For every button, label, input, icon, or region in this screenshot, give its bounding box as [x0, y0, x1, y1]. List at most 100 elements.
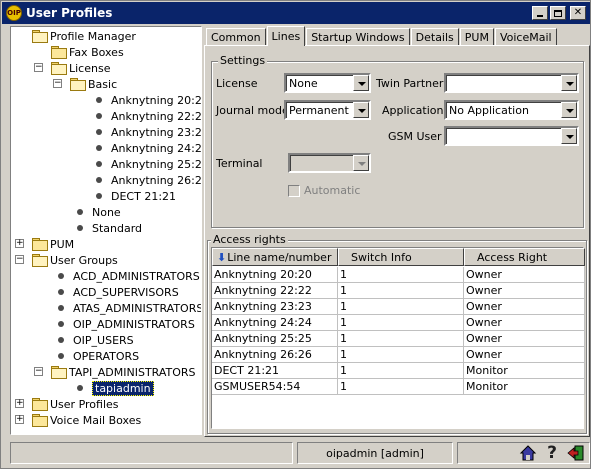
leaf-node-icon — [58, 337, 64, 343]
gsm-user-label: GSM User — [388, 130, 442, 143]
table-cell[interactable]: Owner — [464, 315, 585, 331]
table-cell[interactable]: 1 — [338, 347, 464, 363]
tree-item[interactable]: Anknytning 22:22 — [92, 108, 201, 124]
table-cell[interactable]: Anknytning 26:26 — [212, 347, 338, 363]
table-cell[interactable]: Anknytning 22:22 — [212, 283, 338, 299]
leaf-node-icon — [77, 385, 83, 391]
exit-icon[interactable] — [566, 443, 586, 463]
folder-icon — [31, 414, 48, 427]
tree-item-label: Fax Boxes — [69, 45, 124, 59]
tree-item-label: Standard — [92, 221, 143, 235]
column-header[interactable]: ⬇ Line name/number — [212, 248, 338, 266]
tree-item[interactable]: DECT 21:21 — [92, 188, 176, 204]
chevron-down-icon[interactable] — [353, 102, 369, 118]
folder-open-icon — [31, 30, 48, 43]
table-cell[interactable]: 1 — [338, 379, 464, 395]
lines-tab-pane: Settings License None Twin Partner Journ… — [204, 45, 590, 437]
close-button[interactable]: ✕ — [570, 6, 586, 20]
help-icon[interactable]: ? — [542, 443, 562, 463]
maximize-icon — [554, 9, 562, 17]
tree-item[interactable]: Profile Manager — [31, 28, 136, 44]
access-rights-title: Access rights — [211, 233, 288, 246]
tree-item[interactable]: ATAS_ADMINISTRATORS — [54, 300, 201, 316]
license-value: None — [289, 77, 318, 90]
table-cell[interactable]: Anknytning 25:25 — [212, 331, 338, 347]
table-cell[interactable]: Monitor — [464, 363, 585, 379]
chevron-down-icon[interactable] — [353, 75, 369, 91]
table-cell[interactable]: Anknytning 23:23 — [212, 299, 338, 315]
expand-icon[interactable]: + — [15, 239, 24, 248]
tab-startup-windows[interactable]: Startup Windows — [306, 28, 410, 46]
column-header-label: Switch Info — [351, 250, 412, 264]
collapse-icon[interactable]: − — [53, 79, 62, 88]
table-cell[interactable]: 1 — [338, 331, 464, 347]
tree-item[interactable]: Anknytning 20:20 — [92, 92, 201, 108]
table-cell[interactable]: Owner — [464, 267, 585, 283]
table-cell[interactable]: 1 — [338, 283, 464, 299]
table-cell[interactable]: Anknytning 24:24 — [212, 315, 338, 331]
table-cell[interactable]: Owner — [464, 347, 585, 363]
twin-partner-label: Twin Partner — [376, 77, 444, 90]
table-cell[interactable]: Anknytning 20:20 — [212, 267, 338, 283]
tab-details[interactable]: Details — [410, 28, 459, 46]
tree-item[interactable]: TAPI_ADMINISTRATORS — [50, 364, 196, 380]
title-bar[interactable]: OIP User Profiles ✕ — [2, 2, 590, 24]
collapse-icon[interactable]: − — [15, 255, 24, 264]
table-cell[interactable]: Owner — [464, 331, 585, 347]
application-select[interactable]: No Application — [444, 100, 579, 120]
table-cell[interactable]: 1 — [338, 267, 464, 283]
tree-item[interactable]: OIP_ADMINISTRATORS — [54, 316, 195, 332]
tree-item[interactable]: PUM — [31, 236, 74, 252]
access-rights-table[interactable]: ⬇ Line name/number Switch Info Access Right… — [211, 247, 585, 429]
tree-item[interactable]: Standard — [73, 220, 142, 236]
table-cell[interactable]: Owner — [464, 299, 585, 315]
tree-item-label: User Groups — [50, 253, 118, 267]
expand-icon[interactable]: + — [15, 399, 24, 408]
tree-item[interactable]: Anknytning 23:23 — [92, 124, 201, 140]
tree-item[interactable]: Anknytning 26:26 — [92, 172, 201, 188]
minimize-button[interactable] — [532, 6, 548, 20]
expand-icon[interactable]: + — [15, 415, 24, 424]
table-cell[interactable]: Monitor — [464, 379, 585, 395]
tree-item[interactable]: OIP_USERS — [54, 332, 134, 348]
tree-item[interactable]: OPERATORS — [54, 348, 139, 364]
table-cell[interactable]: Owner — [464, 283, 585, 299]
tree-item[interactable]: None — [73, 204, 121, 220]
table-cell[interactable]: 1 — [338, 299, 464, 315]
tab-pum[interactable]: PUM — [459, 28, 494, 46]
column-header[interactable]: Access Right — [464, 248, 585, 266]
chevron-down-icon[interactable] — [561, 75, 577, 91]
tree-item[interactable]: tapiadmin — [73, 380, 154, 396]
tree-item[interactable]: Anknytning 24:24 — [92, 140, 201, 156]
chevron-down-icon[interactable] — [561, 128, 577, 144]
home-icon[interactable] — [518, 443, 538, 463]
twin-partner-select[interactable] — [444, 73, 579, 93]
tree-item-label: None — [92, 205, 121, 219]
chevron-down-icon[interactable] — [561, 102, 577, 118]
tree-item[interactable]: ACD_ADMINISTRATORS — [54, 268, 200, 284]
table-cell[interactable]: 1 — [338, 363, 464, 379]
tree-item[interactable]: Anknytning 25:25 — [92, 156, 201, 172]
table-cell[interactable]: GSMUSER54:54 — [212, 379, 338, 395]
tab-voicemail[interactable]: VoiceMail — [494, 28, 557, 46]
tree-item[interactable]: Fax Boxes — [50, 44, 124, 60]
journal-mode-select[interactable]: Permanent — [284, 100, 371, 120]
gsm-user-select[interactable] — [444, 126, 579, 146]
tree-item[interactable]: User Profiles — [31, 396, 119, 412]
table-cell[interactable]: DECT 21:21 — [212, 363, 338, 379]
automatic-checkbox — [288, 185, 300, 197]
tab-lines[interactable]: Lines — [266, 26, 306, 46]
table-cell[interactable]: 1 — [338, 315, 464, 331]
collapse-icon[interactable]: − — [34, 63, 43, 72]
profile-tree[interactable]: Profile Manager Fax Boxes License − Basic − An… — [10, 26, 202, 435]
tree-item[interactable]: User Groups — [31, 252, 118, 268]
maximize-button[interactable] — [550, 6, 566, 20]
collapse-icon[interactable]: − — [34, 367, 43, 376]
tree-item[interactable]: License — [50, 60, 110, 76]
tree-item[interactable]: ACD_SUPERVISORS — [54, 284, 179, 300]
tab-common[interactable]: Common — [206, 28, 266, 46]
license-select[interactable]: None — [284, 73, 371, 93]
tree-item[interactable]: Basic — [69, 76, 117, 92]
column-header[interactable]: Switch Info — [338, 248, 464, 266]
tree-item[interactable]: Voice Mail Boxes — [31, 412, 141, 428]
